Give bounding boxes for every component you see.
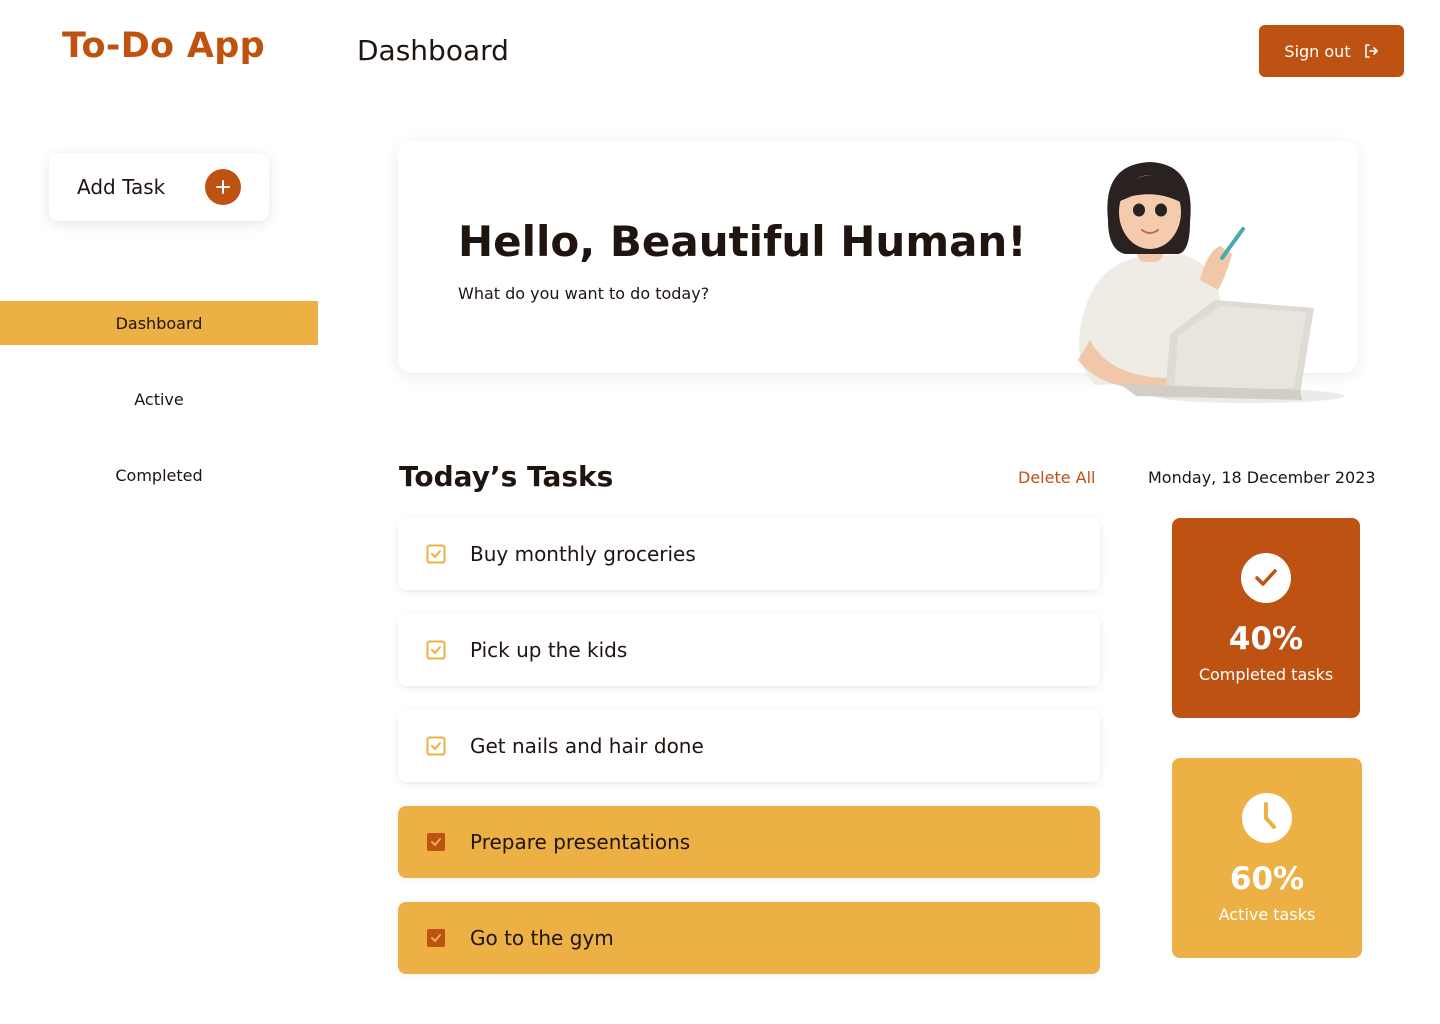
task-item[interactable]: Buy monthly groceries	[398, 518, 1100, 590]
task-item-completed[interactable]: Prepare presentations	[398, 806, 1100, 878]
task-text: Prepare presentations	[470, 830, 691, 854]
sidebar-item-dashboard[interactable]: Dashboard	[0, 301, 318, 345]
plus-icon	[205, 169, 241, 205]
clock-icon	[1242, 793, 1292, 843]
woman-laptop-illustration	[1078, 162, 1345, 403]
checked-checkbox-icon[interactable]	[426, 928, 446, 948]
logout-icon	[1364, 44, 1378, 58]
check-circle-icon	[1241, 553, 1291, 603]
sign-out-label: Sign out	[1284, 41, 1351, 61]
completed-percentage: 40%	[1228, 621, 1304, 657]
completed-label: Completed tasks	[1198, 665, 1334, 684]
current-date: Monday, 18 December 2023	[1148, 468, 1376, 487]
checkbox-icon[interactable]	[426, 544, 446, 564]
welcome-title: Hello, Beautiful Human!	[458, 217, 1027, 266]
task-text: Get nails and hair done	[470, 734, 704, 758]
delete-all-link[interactable]: Delete All	[1018, 468, 1096, 487]
app-logo: To-Do App	[62, 26, 265, 66]
task-list: Buy monthly groceries Pick up the kids G…	[398, 518, 1100, 998]
tasks-section-title: Today’s Tasks	[399, 460, 614, 493]
sign-out-button[interactable]: Sign out	[1259, 25, 1404, 77]
active-label: Active tasks	[1218, 905, 1316, 924]
task-text: Go to the gym	[470, 926, 614, 950]
checked-checkbox-icon[interactable]	[426, 832, 446, 852]
task-text: Buy monthly groceries	[470, 542, 696, 566]
active-percentage: 60%	[1229, 861, 1305, 897]
add-task-label: Add Task	[77, 175, 166, 199]
completed-tasks-card: 40% Completed tasks	[1172, 518, 1360, 718]
checkbox-icon[interactable]	[426, 640, 446, 660]
task-text: Pick up the kids	[470, 638, 628, 662]
welcome-subtitle: What do you want to do today?	[458, 284, 710, 303]
sidebar-item-completed[interactable]: Completed	[0, 453, 318, 497]
sidebar-item-active[interactable]: Active	[0, 377, 318, 421]
task-item-completed[interactable]: Go to the gym	[398, 902, 1100, 974]
task-item[interactable]: Get nails and hair done	[398, 710, 1100, 782]
active-tasks-card: 60% Active tasks	[1172, 758, 1362, 958]
add-task-button[interactable]: Add Task	[49, 153, 269, 221]
checkbox-icon[interactable]	[426, 736, 446, 756]
task-item[interactable]: Pick up the kids	[398, 614, 1100, 686]
page-title: Dashboard	[357, 34, 509, 67]
sidebar-nav: Dashboard Active Completed	[0, 301, 318, 529]
